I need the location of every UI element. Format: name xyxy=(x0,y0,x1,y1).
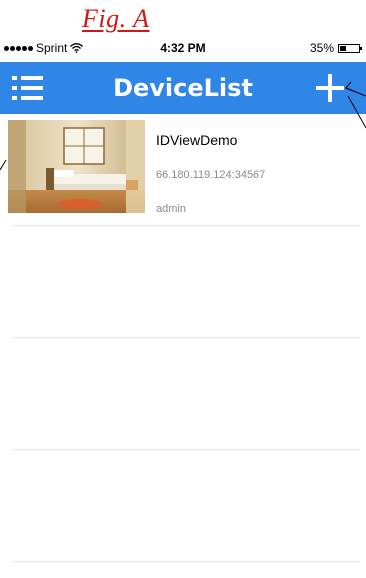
empty-list-row xyxy=(12,450,360,562)
battery-fill xyxy=(340,45,346,51)
empty-list-row xyxy=(12,226,360,338)
status-right: 35% xyxy=(309,41,362,55)
battery-icon xyxy=(338,43,362,53)
plus-icon xyxy=(316,74,344,102)
battery-percent: 35% xyxy=(309,41,334,55)
bedroom-camera-thumbnail xyxy=(8,120,145,213)
device-list: IDViewDemo 66.180.119.124:34567 admin xyxy=(0,114,366,562)
nav-title: DeviceList xyxy=(113,74,253,102)
empty-list-row xyxy=(12,338,360,450)
device-user: admin xyxy=(156,203,186,215)
device-address: 66.180.119.124:34567 xyxy=(156,169,266,181)
add-device-button[interactable] xyxy=(314,72,346,104)
status-bar: Sprint 4:32 PM 35% xyxy=(0,38,366,60)
device-row[interactable]: IDViewDemo 66.180.119.124:34567 admin xyxy=(8,114,360,226)
device-name: IDViewDemo xyxy=(156,132,238,148)
nav-bar: DeviceList xyxy=(0,62,366,114)
figure-label: Fig. A xyxy=(82,4,150,33)
